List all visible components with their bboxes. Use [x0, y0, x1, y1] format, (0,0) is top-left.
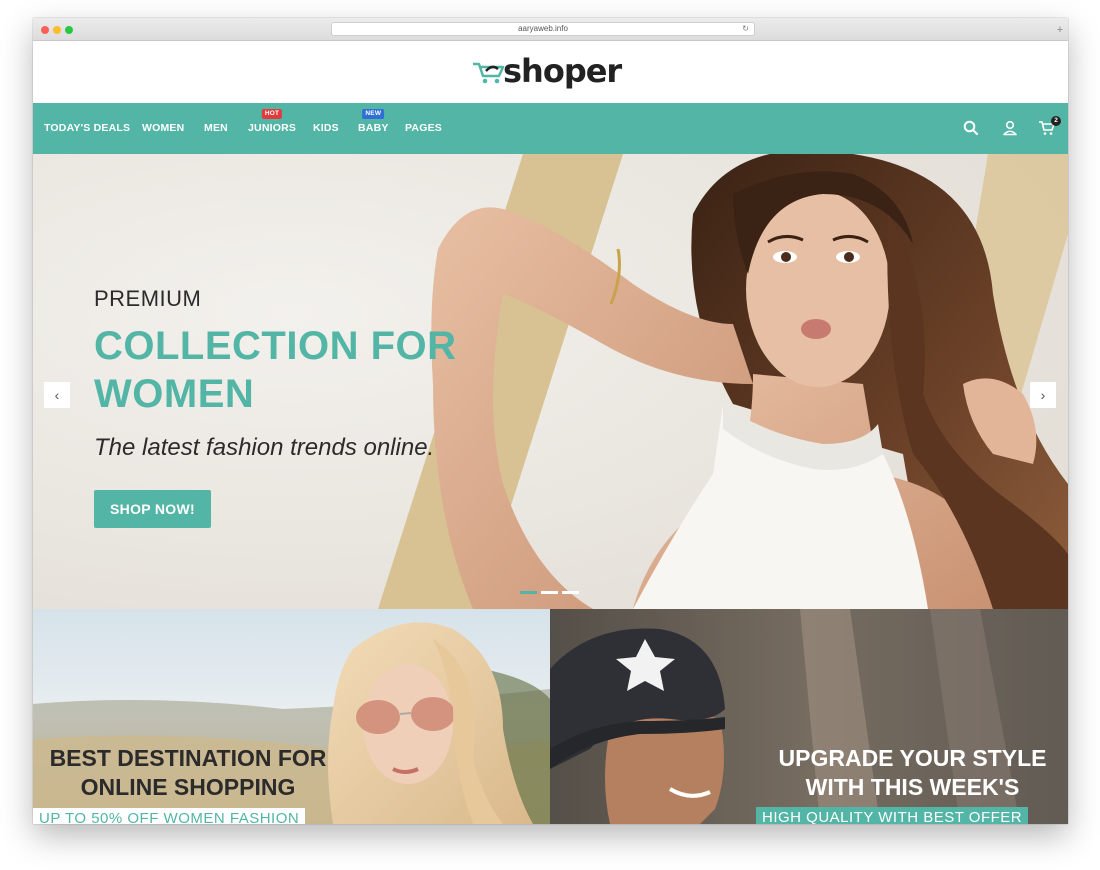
promo-banner-women[interactable]: BEST DESTINATION FOR ONLINE SHOPPING UP … — [33, 609, 550, 824]
chevron-right-icon: › — [1040, 387, 1046, 403]
nav-item-men[interactable]: MEN — [204, 122, 228, 134]
new-tab-icon[interactable]: + — [1054, 24, 1066, 36]
hero-title: COLLECTION FOR WOMEN — [94, 324, 457, 416]
promo-banner-men[interactable]: UPGRADE YOUR STYLE WITH THIS WEEK'S HIGH… — [550, 609, 1068, 824]
slide-dot-3[interactable] — [562, 591, 579, 594]
minimize-window-button[interactable] — [53, 26, 61, 34]
browser-window: aaryaweb.info ↻ + shoper TODAY'S DEALS W… — [33, 18, 1068, 824]
site-header: shoper — [33, 41, 1068, 103]
slide-dot-1[interactable] — [520, 591, 537, 594]
cart-count-badge: 2 — [1051, 116, 1061, 126]
search-icon[interactable] — [962, 119, 980, 137]
slider-pagination — [520, 591, 579, 594]
nav-item-juniors-label: JUNIORS — [248, 122, 297, 134]
reload-icon[interactable]: ↻ — [742, 23, 749, 35]
promo-title-women: BEST DESTINATION FOR ONLINE SHOPPING — [49, 745, 327, 800]
hero-pretitle: PREMIUM — [94, 286, 202, 311]
hero-subtitle: The latest fashion trends online. — [94, 434, 435, 461]
nav-item-todays-deals[interactable]: TODAY'S DEALS — [44, 122, 130, 134]
nav-item-baby-label: BABY — [358, 122, 389, 134]
nav-item-women[interactable]: WOMEN — [142, 122, 184, 134]
url-text: aaryaweb.info — [518, 24, 568, 33]
address-bar[interactable]: aaryaweb.info ↻ — [331, 22, 755, 36]
logo-cart-icon — [473, 62, 505, 84]
hero-slider: PREMIUM COLLECTION FOR WOMEN The latest … — [33, 154, 1068, 609]
cart-button[interactable]: 2 — [1038, 116, 1061, 137]
promo-strip-women: UP TO 50% OFF WOMEN FASHION — [33, 808, 306, 824]
chevron-left-icon: ‹ — [54, 387, 60, 403]
slide-dot-2[interactable] — [541, 591, 558, 594]
browser-toolbar: aaryaweb.info ↻ + — [33, 18, 1068, 41]
promo-strip-men: HIGH QUALITY WITH BEST OFFER — [756, 807, 1029, 824]
close-window-button[interactable] — [41, 26, 49, 34]
nav-item-kids[interactable]: KIDS — [313, 122, 339, 134]
promo-title-men: UPGRADE YOUR STYLE WITH THIS WEEK'S — [778, 745, 1047, 800]
hot-badge: HOT — [261, 109, 283, 119]
nav-item-juniors[interactable]: JUNIORS HOT — [248, 109, 297, 134]
user-icon[interactable] — [1001, 119, 1019, 137]
nav-item-baby[interactable]: BABY NEW — [358, 109, 389, 134]
logo-text: shoper — [503, 52, 622, 90]
prev-slide-button[interactable]: ‹ — [44, 382, 70, 408]
main-nav: TODAY'S DEALS WOMEN MEN JUNIORS HOT KIDS… — [33, 103, 1068, 154]
zoom-window-button[interactable] — [65, 26, 73, 34]
nav-item-pages[interactable]: PAGES — [405, 122, 442, 134]
new-badge: NEW — [362, 109, 385, 119]
shop-now-button[interactable]: SHOP NOW! — [94, 490, 211, 528]
site-logo[interactable]: shoper — [471, 51, 622, 91]
next-slide-button[interactable]: › — [1030, 382, 1056, 408]
